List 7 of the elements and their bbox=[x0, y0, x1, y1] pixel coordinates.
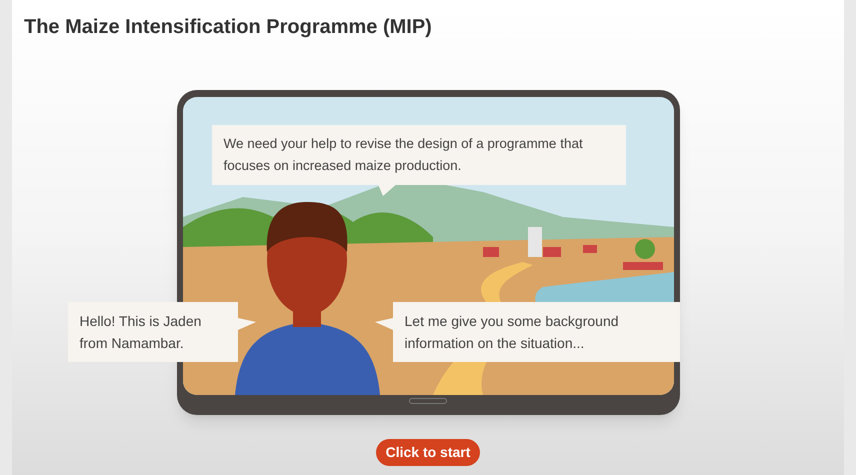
speech-bubble: We need your help to revise the design of a programme that focuses on increased maize production. bbox=[212, 125, 626, 185]
page-title: The Maize Intensification Programme (MIP) bbox=[24, 15, 432, 40]
speech-tail-icon bbox=[238, 318, 256, 330]
speech-tail-icon bbox=[374, 318, 392, 330]
speech-bubble: Hello! This is Jaden from Namambar. bbox=[68, 302, 238, 362]
start-button[interactable]: Click to start bbox=[376, 439, 480, 466]
speech-bubble: Let me give you some background information on the situation... bbox=[392, 302, 680, 362]
